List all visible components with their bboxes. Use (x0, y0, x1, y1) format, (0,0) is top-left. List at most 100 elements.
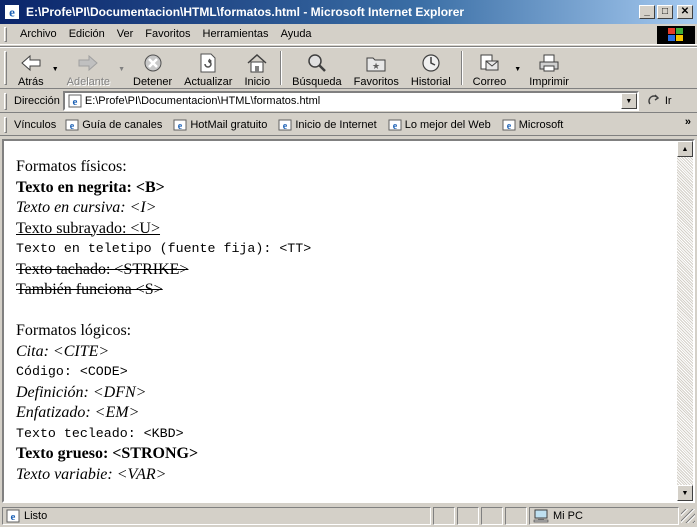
menu-ver[interactable]: Ver (111, 28, 140, 40)
windows-logo-icon (657, 26, 695, 44)
link-microsoft[interactable]: e Microsoft (501, 118, 564, 132)
stop-icon (143, 52, 163, 74)
forward-button[interactable]: Adelante (61, 48, 116, 88)
home-icon (246, 52, 268, 74)
printer-icon (538, 52, 560, 74)
strike-example: Texto tachado: <STRIKE> (16, 260, 189, 278)
home-label: Inicio (244, 75, 271, 88)
ie-link-icon: e (387, 118, 403, 132)
page-content-frame: Formatos físicos: Texto en negrita: <B> … (2, 139, 695, 503)
svg-text:e: e (11, 511, 16, 523)
search-icon (306, 52, 328, 74)
title-bar: e E:\Profe\PI\Documentacion\HTML\formato… (0, 0, 697, 24)
status-panel-empty (505, 507, 527, 525)
menu-favoritos[interactable]: Favoritos (139, 28, 196, 40)
security-zone-label: Mi PC (553, 510, 583, 522)
mail-button[interactable]: Correo (467, 48, 513, 88)
back-button[interactable]: Atrás (12, 48, 50, 88)
svg-text:e: e (178, 121, 183, 131)
toolbar-separator (280, 50, 283, 85)
mail-icon (478, 52, 500, 74)
favorites-folder-icon: ★ (365, 52, 387, 74)
scroll-down-arrow-icon[interactable]: ▼ (677, 485, 693, 501)
search-label: Búsqueda (292, 75, 342, 88)
ie-link-icon: e (501, 118, 517, 132)
address-dropdown-icon[interactable]: ▼ (620, 93, 637, 109)
forward-arrow-icon (77, 52, 99, 74)
scroll-up-arrow-icon[interactable]: ▲ (677, 141, 693, 157)
menu-herramientas[interactable]: Herramientas (197, 28, 275, 40)
back-dropdown-icon[interactable]: ▼ (52, 66, 59, 73)
menu-edicion[interactable]: Edición (63, 28, 111, 40)
go-label: Ir (664, 95, 672, 107)
links-bar: Vínculos e Guía de canales e HotMail gra… (0, 114, 697, 136)
status-text: Listo (24, 510, 48, 522)
address-label: Dirección (14, 95, 60, 107)
favorites-label: Favoritos (353, 75, 399, 88)
status-panel-empty (433, 507, 455, 525)
search-button[interactable]: Búsqueda (286, 48, 348, 88)
ie-link-icon: e (172, 118, 188, 132)
toolbar-separator (460, 50, 463, 85)
security-zone-cell: Mi PC (529, 507, 679, 525)
link-label: HotMail gratuito (190, 118, 268, 131)
link-mejor-web[interactable]: e Lo mejor del Web (387, 118, 491, 132)
link-label: Microsoft (518, 118, 564, 131)
go-button[interactable]: Ir (647, 93, 672, 110)
address-input[interactable]: e E:\Profe\PI\Documentacion\HTML\formato… (62, 91, 639, 111)
ie-link-icon: e (277, 118, 293, 132)
toolbar-grip[interactable] (4, 51, 7, 85)
address-bar: Dirección e E:\Profe\PI\Documentacion\HT… (0, 90, 697, 113)
back-label: Atrás (18, 75, 44, 88)
mail-label: Correo (472, 75, 507, 88)
resize-grip-icon[interactable] (681, 509, 695, 523)
svg-text:e: e (9, 5, 15, 19)
history-label: Historial (410, 75, 451, 88)
ie-link-icon: e (64, 118, 80, 132)
status-panel-empty (457, 507, 479, 525)
menu-archivo[interactable]: Archivo (14, 28, 63, 40)
link-inicio-internet[interactable]: e Inicio de Internet (277, 118, 377, 132)
underline-example: Texto subrayado: <U> (16, 219, 161, 237)
my-computer-icon (533, 509, 549, 523)
status-text-cell: e Listo (2, 507, 431, 525)
links-label: Vínculos (14, 118, 57, 131)
menu-grip[interactable] (4, 27, 7, 42)
strike-s-example: También funciona <S> (16, 281, 163, 298)
strong-example: Texto grueso: <STRONG> (16, 445, 199, 462)
go-arrow-icon (647, 93, 663, 110)
link-hotmail[interactable]: e HotMail gratuito (172, 118, 267, 132)
refresh-button[interactable]: Actualizar (178, 48, 238, 88)
stop-button[interactable]: Detener (127, 48, 178, 88)
link-guia-canales[interactable]: e Guía de canales (64, 118, 162, 132)
menu-ayuda[interactable]: Ayuda (275, 28, 318, 40)
vertical-scrollbar[interactable]: ▲ ▼ (677, 141, 693, 501)
link-label: Lo mejor del Web (404, 118, 491, 131)
stop-label: Detener (133, 75, 173, 88)
svg-text:e: e (392, 121, 397, 131)
maximize-button[interactable]: □ (657, 5, 673, 19)
home-button[interactable]: Inicio (238, 48, 276, 88)
status-page-icon: e (6, 509, 20, 523)
logical-formats-heading: Formatos lógicos: (16, 322, 132, 339)
window-title: E:\Profe\PI\Documentacion\HTML\formatos.… (26, 5, 465, 19)
ie-app-icon[interactable]: e (4, 4, 20, 20)
history-button[interactable]: Historial (405, 48, 457, 88)
close-button[interactable]: ✕ (677, 5, 693, 19)
favorites-button[interactable]: ★ Favoritos (348, 48, 405, 88)
links-more-chevron-icon[interactable]: » (685, 116, 691, 128)
standard-toolbar: Atrás ▼ Adelante ▼ Detener Actualizar In… (0, 46, 697, 89)
links-grip[interactable] (4, 117, 7, 133)
svg-text:e: e (72, 96, 77, 108)
mail-dropdown-icon[interactable]: ▼ (514, 66, 521, 73)
dfn-example: Definición: <DFN> (16, 383, 147, 401)
svg-text:e: e (507, 121, 512, 131)
link-label: Inicio de Internet (295, 118, 377, 131)
menu-bar: Archivo Edición Ver Favoritos Herramient… (0, 24, 697, 45)
minimize-button[interactable]: _ (639, 5, 655, 19)
forward-dropdown-icon[interactable]: ▼ (118, 66, 125, 73)
print-button[interactable]: Imprimir (523, 48, 575, 88)
forward-label: Adelante (66, 75, 111, 88)
address-grip[interactable] (4, 93, 7, 110)
